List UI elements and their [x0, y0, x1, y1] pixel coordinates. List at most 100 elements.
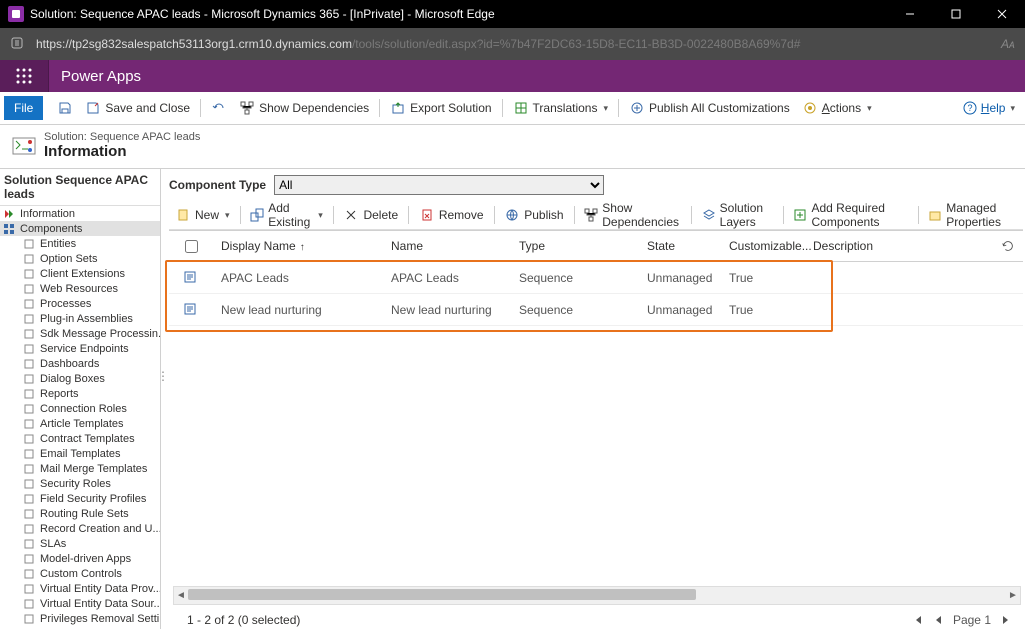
app-icon	[8, 6, 24, 22]
col-customizable[interactable]: Customizable...	[721, 239, 805, 253]
nav-item-components[interactable]: Components	[0, 221, 160, 236]
mda-icon	[22, 552, 36, 566]
managed-props-icon	[928, 207, 942, 223]
view-site-info-icon[interactable]	[10, 36, 26, 52]
table-row[interactable]: APAC LeadsAPAC LeadsSequenceUnmanagedTru…	[169, 262, 1023, 294]
scroll-left-icon[interactable]: ◄	[174, 588, 188, 602]
nav-item-processes[interactable]: Processes	[0, 296, 160, 311]
nav-item-information[interactable]: Information	[0, 206, 160, 221]
nav-item-option-sets[interactable]: Option Sets	[0, 251, 160, 266]
publish-all-button[interactable]: Publish All Customizations	[623, 92, 796, 124]
nav-item-entities[interactable]: Entities	[0, 236, 160, 251]
add-required-components-button[interactable]: Add Required Components	[787, 201, 913, 229]
nav-item-model-driven-apps[interactable]: Model-driven Apps	[0, 551, 160, 566]
app-launcher-button[interactable]	[0, 60, 49, 92]
ent-icon	[22, 237, 36, 251]
horizontal-scrollbar[interactable]: ◄ ►	[173, 586, 1021, 605]
nav-item-dashboards[interactable]: Dashboards	[0, 356, 160, 371]
window-minimize-button[interactable]	[887, 0, 933, 28]
window-titlebar: Solution: Sequence APAC leads - Microsof…	[0, 0, 1025, 28]
nav-item-client-extensions[interactable]: Client Extensions	[0, 266, 160, 281]
add-existing-icon	[250, 207, 264, 223]
nav-item-sdk-message-processin[interactable]: Sdk Message Processin...	[0, 326, 160, 341]
remove-button[interactable]: Remove	[413, 201, 490, 229]
nav-item-label: Virtual Entity Data Prov...	[40, 583, 160, 595]
window-maximize-button[interactable]	[933, 0, 979, 28]
nav-item-virtual-entity-data-prov[interactable]: Virtual Entity Data Prov...	[0, 581, 160, 596]
nav-item-slas[interactable]: SLAs	[0, 536, 160, 551]
nav-item-web-resources[interactable]: Web Resources	[0, 281, 160, 296]
solution-layers-button[interactable]: Solution Layers	[696, 201, 779, 229]
nav-item-email-templates[interactable]: Email Templates	[0, 446, 160, 461]
nav-item-label: Reports	[40, 388, 79, 400]
window-close-button[interactable]	[979, 0, 1025, 28]
nav-item-label: Dashboards	[40, 358, 99, 370]
save-and-close-button[interactable]: Save and Close	[79, 92, 196, 124]
dash-icon	[22, 357, 36, 371]
rout-icon	[22, 507, 36, 521]
sla-icon	[22, 537, 36, 551]
component-type-select[interactable]: All	[274, 175, 604, 195]
sequence-row-icon	[183, 270, 199, 286]
pager-first-button[interactable]	[911, 614, 923, 626]
nav-item-label: Article Templates	[40, 418, 124, 430]
nav-item-reports[interactable]: Reports	[0, 386, 160, 401]
nav-item-security-roles[interactable]: Security Roles	[0, 476, 160, 491]
file-menu-button[interactable]: File	[4, 96, 43, 120]
cell-name: APAC Leads	[383, 271, 511, 285]
svc-icon	[22, 342, 36, 356]
help-menu[interactable]: ?Help▾	[962, 100, 1021, 116]
nav-item-connection-roles[interactable]: Connection Roles	[0, 401, 160, 416]
col-state[interactable]: State	[639, 239, 721, 253]
show-dependencies-button[interactable]: Show Dependencies	[233, 92, 375, 124]
col-name[interactable]: Name	[383, 239, 511, 253]
dependencies-icon	[239, 100, 255, 116]
comp-icon	[2, 222, 16, 236]
opt-icon	[22, 252, 36, 266]
actions-menu[interactable]: Actions▾	[796, 92, 878, 124]
refresh-button[interactable]	[993, 238, 1023, 254]
nav-item-record-creation-and-u[interactable]: Record Creation and U...	[0, 521, 160, 536]
nav-item-article-templates[interactable]: Article Templates	[0, 416, 160, 431]
col-description[interactable]: Description	[805, 239, 993, 253]
grid-show-dependencies-button[interactable]: Show Dependencies	[578, 201, 687, 229]
nav-item-privileges-removal-settin[interactable]: Privileges Removal Settinç	[0, 611, 160, 626]
splitter-handle[interactable]: ⋮	[157, 369, 167, 383]
fld-icon	[22, 492, 36, 506]
new-menu[interactable]: New▾	[169, 201, 236, 229]
undo-icon-button[interactable]	[205, 92, 233, 124]
nav-item-mail-merge-templates[interactable]: Mail Merge Templates	[0, 461, 160, 476]
publish-button[interactable]: Publish	[498, 201, 569, 229]
add-existing-menu[interactable]: Add Existing▾	[244, 201, 329, 229]
cell-type: Sequence	[511, 271, 639, 285]
delete-button[interactable]: Delete	[337, 201, 404, 229]
translations-menu[interactable]: Translations▾	[507, 92, 614, 124]
nav-item-virtual-entity-data-sour[interactable]: Virtual Entity Data Sour...	[0, 596, 160, 611]
nav-item-field-security-profiles[interactable]: Field Security Profiles	[0, 491, 160, 506]
col-type[interactable]: Type	[511, 239, 639, 253]
nav-item-label: Connection Roles	[40, 403, 127, 415]
col-display-name[interactable]: Display Name↑	[213, 239, 383, 253]
select-all-checkbox[interactable]	[185, 240, 198, 253]
cell-display-name: New lead nurturing	[213, 303, 383, 317]
reader-mode-icon[interactable]: Aᴀ	[1001, 37, 1015, 51]
address-url[interactable]: https://tp2sg832salespatch53113org1.crm1…	[36, 37, 993, 51]
export-solution-button[interactable]: Export Solution	[384, 92, 497, 124]
pager-prev-button[interactable]	[933, 614, 943, 626]
table-row[interactable]: New lead nurturingNew lead nurturingSequ…	[169, 294, 1023, 326]
nav-item-plug-in-assemblies[interactable]: Plug-in Assemblies	[0, 311, 160, 326]
components-grid: Display Name↑ Name Type State Customizab…	[169, 230, 1023, 326]
save-icon-button[interactable]	[51, 92, 79, 124]
scrollbar-thumb[interactable]	[188, 589, 696, 600]
pager-next-button[interactable]	[1001, 614, 1011, 626]
scroll-right-icon[interactable]: ►	[1006, 588, 1020, 602]
nav-item-contract-templates[interactable]: Contract Templates	[0, 431, 160, 446]
nav-item-routing-rule-sets[interactable]: Routing Rule Sets	[0, 506, 160, 521]
nav-item-custom-controls[interactable]: Custom Controls	[0, 566, 160, 581]
proc-icon	[22, 297, 36, 311]
help-icon: ?	[962, 100, 978, 116]
nav-item-dialog-boxes[interactable]: Dialog Boxes	[0, 371, 160, 386]
managed-properties-button[interactable]: Managed Properties	[922, 201, 1023, 229]
nav-item-label: Information	[20, 208, 75, 220]
nav-item-service-endpoints[interactable]: Service Endpoints	[0, 341, 160, 356]
